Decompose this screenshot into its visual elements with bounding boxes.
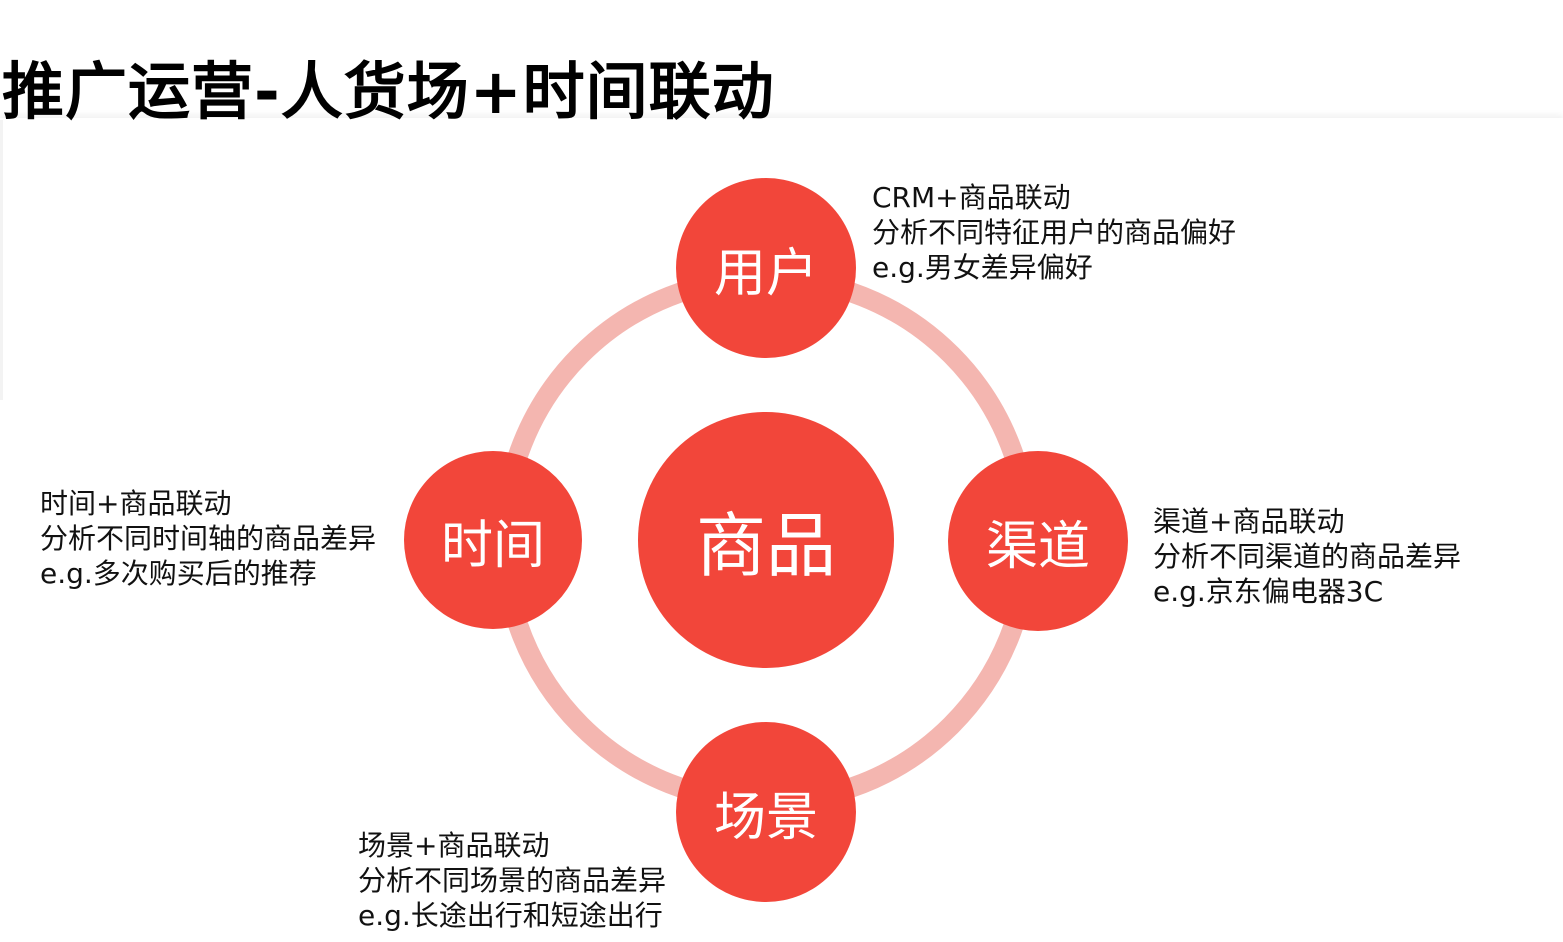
node-user-label: 用户 [713, 243, 818, 304]
center-node-label: 商品 [696, 504, 836, 587]
desc-time-line2: 分析不同时间轴的商品差异 [40, 522, 377, 555]
desc-user-line3: e.g.男女差异偏好 [872, 251, 1093, 284]
node-user: 用户 [676, 178, 856, 358]
desc-channel: 渠道+商品联动 分析不同渠道的商品差异 e.g.京东偏电器3C [1153, 504, 1461, 609]
desc-channel-line3: e.g.京东偏电器3C [1153, 575, 1384, 608]
node-scene-label: 场景 [713, 787, 818, 848]
node-channel: 渠道 [948, 451, 1128, 631]
desc-channel-line2: 分析不同渠道的商品差异 [1153, 540, 1462, 573]
desc-time-line3: e.g.多次购买后的推荐 [40, 557, 317, 590]
desc-scene-line2: 分析不同场景的商品差异 [358, 864, 667, 897]
desc-channel-line1: 渠道+商品联动 [1153, 505, 1345, 538]
desc-user: CRM+商品联动 分析不同特征用户的商品偏好 e.g.男女差异偏好 [872, 180, 1236, 285]
node-scene: 场景 [676, 722, 856, 902]
desc-user-line1: CRM+商品联动 [872, 181, 1071, 214]
node-time-label: 时间 [440, 515, 545, 576]
node-channel-label: 渠道 [985, 516, 1090, 577]
center-node-goods: 商品 [638, 412, 894, 668]
desc-scene-line3: e.g.长途出行和短途出行 [358, 899, 663, 932]
desc-time: 时间+商品联动 分析不同时间轴的商品差异 e.g.多次购买后的推荐 [40, 486, 376, 591]
desc-scene: 场景+商品联动 分析不同场景的商品差异 e.g.长途出行和短途出行 [358, 828, 666, 933]
desc-time-line1: 时间+商品联动 [40, 487, 232, 520]
desc-user-line2: 分析不同特征用户的商品偏好 [872, 216, 1237, 249]
slide: 推广运营-人货场+时间联动 商品 用户 时间 渠道 场景 CRM+商品联动 分析… [0, 0, 1563, 942]
node-time: 时间 [404, 451, 582, 629]
desc-scene-line1: 场景+商品联动 [358, 829, 550, 862]
